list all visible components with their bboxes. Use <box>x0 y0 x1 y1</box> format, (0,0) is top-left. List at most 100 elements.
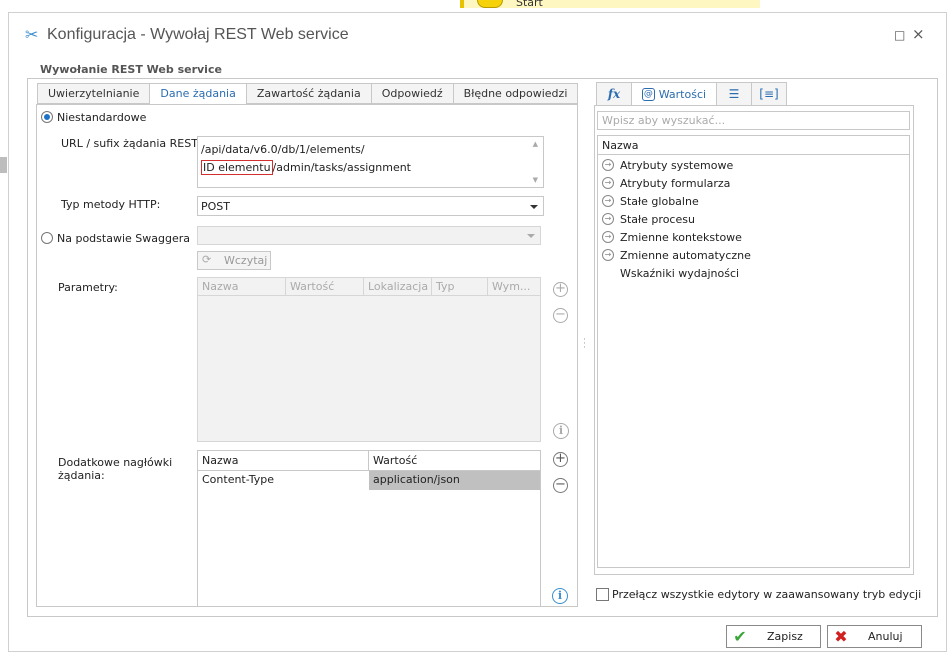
tab-brackets[interactable]: [≡] <box>751 82 787 106</box>
cancel-button[interactable]: ✖ Anuluj <box>827 625 922 648</box>
cancel-button-label: Anuluj <box>868 630 903 643</box>
tab-request-data[interactable]: Dane żądania <box>149 83 247 105</box>
scroll-down-icon[interactable]: ▼ <box>533 176 538 184</box>
chevron-down-icon <box>527 234 535 238</box>
close-button[interactable]: × <box>912 25 925 43</box>
params-col-location: Lokalizacja <box>364 278 432 295</box>
tab-response[interactable]: Odpowiedź <box>370 83 454 104</box>
bracket-icon: [≡] <box>759 87 779 101</box>
tab-error-responses[interactable]: Błędne odpowiedzi <box>452 83 579 104</box>
value-icon: @ <box>641 88 655 101</box>
tree-item-context-variables[interactable]: → Zmienne kontekstowe <box>598 228 909 246</box>
params-col-value: Wartość <box>286 278 364 295</box>
method-value: POST <box>201 200 230 213</box>
list-icon: ☰ <box>728 87 740 101</box>
tree-item-process-constants[interactable]: → Stałe procesu <box>598 210 909 228</box>
remove-param-icon[interactable]: − <box>553 308 568 323</box>
dialog-title: Konfiguracja - Wywołaj REST Web service <box>47 26 349 43</box>
maximize-button[interactable]: □ <box>894 28 905 42</box>
params-info-icon[interactable]: i <box>553 423 569 439</box>
tab-values[interactable]: @ Wartości <box>631 82 717 106</box>
search-input[interactable]: Wpisz aby wyszukać... <box>597 111 910 130</box>
tree-item-automatic-variables[interactable]: → Zmienne automatyczne <box>598 246 909 264</box>
value-tabs: fx @ Wartości ☰ [≡] <box>596 82 787 106</box>
params-col-required: Wym... <box>492 280 531 293</box>
tree-list: → Atrybuty systemowe → Atrybuty formularza… <box>598 155 909 282</box>
headers-info-icon[interactable]: i <box>552 588 568 604</box>
tree-item-form-attributes[interactable]: → Atrybuty formularza <box>598 174 909 192</box>
custom-radio[interactable] <box>41 111 53 123</box>
swagger-radio[interactable] <box>41 232 53 244</box>
values-tree: Nazwa → Atrybuty systemowe → Atrybuty form… <box>597 135 910 568</box>
url-variable-chip[interactable]: ID elementu <box>201 160 273 175</box>
url-label: URL / sufix żądania REST: <box>61 137 201 150</box>
headers-grid-header: Nazwa Wartość <box>198 451 540 471</box>
params-col-name: Nazwa <box>198 278 286 295</box>
load-button[interactable]: ⟳ Wczytaj <box>197 251 271 270</box>
headers-grid[interactable]: Nazwa Wartość Content-Type application/j… <box>197 450 541 607</box>
tab-authentication[interactable]: Uwierzytelnianie <box>37 83 151 104</box>
scroll-up-icon[interactable]: ▲ <box>533 140 538 148</box>
tree-item-label: Atrybuty formularza <box>620 176 731 190</box>
advanced-mode-label: Przełącz wszystkie edytory w zaawansowan… <box>612 588 922 601</box>
tree-item-label: Stałe globalne <box>620 194 699 208</box>
url-field[interactable]: /api/data/v6.0/db/1/elements/ ID element… <box>197 136 544 188</box>
headers-col-name: Nazwa <box>198 451 369 470</box>
start-step-label: Start <box>516 0 543 9</box>
tab-list[interactable]: ☰ <box>716 82 752 106</box>
method-select[interactable]: POST <box>197 196 544 216</box>
params-grid[interactable]: Nazwa Wartość Lokalizacja Typ Wym... <box>197 277 541 442</box>
header-name-cell[interactable]: Content-Type <box>198 471 369 490</box>
tree-item-label: Wskaźniki wydajności <box>620 266 740 280</box>
params-grid-header: Nazwa Wartość Lokalizacja Typ Wym... <box>198 278 540 296</box>
save-button[interactable]: ✔ Zapisz <box>726 625 821 648</box>
load-button-label: Wczytaj <box>224 254 268 267</box>
tree-item-label: Zmienne kontekstowe <box>620 230 742 244</box>
tree-header: Nazwa <box>598 136 909 155</box>
add-param-icon[interactable]: + <box>553 282 568 297</box>
canvas-edge <box>0 157 7 173</box>
tools-icon: ✂ <box>25 25 39 44</box>
tab-functions[interactable]: fx <box>596 82 632 106</box>
swagger-select[interactable] <box>197 226 541 245</box>
tree-item-system-attributes[interactable]: → Atrybuty systemowe <box>598 156 909 174</box>
cross-icon: ✖ <box>834 626 848 646</box>
method-label: Typ metody HTTP: <box>61 198 161 211</box>
header-value-cell[interactable]: application/json <box>369 471 540 490</box>
custom-radio-label: Niestandardowe <box>57 111 147 124</box>
headers-label-2: żądania: <box>58 469 105 482</box>
swagger-radio-label: Na podstawie Swaggera <box>57 232 190 245</box>
start-step-icon <box>477 0 503 8</box>
expand-arrow-icon[interactable]: → <box>602 159 614 171</box>
chevron-down-icon <box>530 205 538 209</box>
workflow-canvas-strip <box>460 0 760 8</box>
tree-item-label: Atrybuty systemowe <box>620 158 734 172</box>
panel-splitter[interactable]: · · · <box>583 336 586 353</box>
save-button-label: Zapisz <box>767 630 803 643</box>
add-header-icon[interactable]: + <box>553 452 568 467</box>
expand-arrow-icon[interactable]: → <box>602 249 614 261</box>
advanced-mode-checkbox[interactable] <box>596 588 609 601</box>
url-line-2-text: /admin/tasks/assignment <box>272 161 411 174</box>
expand-arrow-icon[interactable]: → <box>602 213 614 225</box>
refresh-icon: ⟳ <box>202 253 212 266</box>
table-row[interactable]: Content-Type application/json <box>198 471 540 490</box>
remove-header-icon[interactable]: − <box>553 478 568 493</box>
url-line-2: ID elementu/admin/tasks/assignment <box>201 160 411 175</box>
headers-label-1: Dodatkowe nagłówki <box>58 456 173 469</box>
params-col-type: Typ <box>432 278 488 295</box>
checkmark-icon: ✔ <box>733 626 747 646</box>
expand-arrow-icon[interactable]: → <box>602 177 614 189</box>
tree-item-label: Stałe procesu <box>620 212 695 226</box>
request-tabs: Uwierzytelnianie Dane żądania Zawartość … <box>37 83 579 105</box>
tab-request-content[interactable]: Zawartość żądania <box>245 83 372 104</box>
headers-col-value: Wartość <box>373 454 418 467</box>
tab-values-label: Wartości <box>658 88 707 101</box>
params-label: Parametry: <box>58 281 118 294</box>
group-title: Wywołanie REST Web service <box>36 63 226 76</box>
expand-arrow-icon[interactable]: → <box>602 231 614 243</box>
url-line-1: /api/data/v6.0/db/1/elements/ <box>201 143 365 156</box>
tree-item-kpis[interactable]: Wskaźniki wydajności <box>598 264 909 282</box>
tree-item-global-constants[interactable]: → Stałe globalne <box>598 192 909 210</box>
expand-arrow-icon[interactable]: → <box>602 195 614 207</box>
